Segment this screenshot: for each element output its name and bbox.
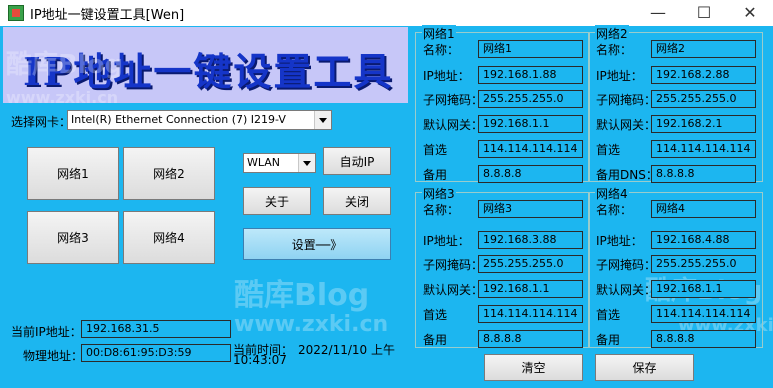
mask-field[interactable]: 255.255.255.0 <box>651 255 756 273</box>
network3-group: 网络3 名称： 网络3 IP地址： 192.168.3.88 子网掩码： 255.255.2… <box>415 185 590 348</box>
gateway-label: 默认网关： <box>596 283 657 297</box>
time-line2: 10:43:07 <box>233 353 287 367</box>
maximize-button[interactable]: ☐ <box>681 0 727 26</box>
nic-select[interactable]: Intel(R) Ethernet Connection (7) I219-V <box>67 110 332 130</box>
app-window: IP地址一键设置工具[Wen] — ☐ ✕ IP地址一键设置工具 酷库Blog … <box>0 0 773 388</box>
group-legend: 网络2 <box>595 25 629 42</box>
banner-title: IP地址一键设置工具 <box>23 49 394 94</box>
name-field[interactable]: 网络2 <box>651 40 756 58</box>
group-legend: 网络4 <box>595 185 629 202</box>
ip-label: IP地址： <box>596 234 643 248</box>
mac-label: 物理地址： <box>23 349 84 363</box>
mask-field[interactable]: 255.255.255.0 <box>651 90 756 108</box>
network2-group: 网络2 名称： 网络2 IP地址： 192.168.2.88 子网掩码： 255.255.2… <box>588 25 763 183</box>
title-bar: IP地址一键设置工具[Wen] — ☐ ✕ <box>0 0 773 26</box>
network1-button[interactable]: 网络1 <box>27 147 119 200</box>
save-button[interactable]: 保存 <box>595 354 694 381</box>
mask-label: 子网掩码： <box>596 93 657 107</box>
gateway-label: 默认网关： <box>423 283 484 297</box>
dns1-field[interactable]: 114.114.114.114 <box>651 305 756 323</box>
dns1-label: 首选 <box>423 143 448 157</box>
dns2-field[interactable]: 8.8.8.8 <box>478 330 583 348</box>
dns2-label: 备用 <box>423 168 448 182</box>
chevron-down-icon[interactable] <box>298 154 315 172</box>
mask-label: 子网掩码： <box>423 258 484 272</box>
gateway-field[interactable]: 192.168.1.1 <box>478 280 583 298</box>
dns2-field[interactable]: 8.8.8.8 <box>651 330 756 348</box>
window-title: IP地址一键设置工具[Wen] <box>30 8 185 23</box>
ip-label: IP地址： <box>423 69 470 83</box>
wlan-select[interactable]: WLAN <box>243 153 316 173</box>
group-legend: 网络3 <box>422 185 456 202</box>
clear-button[interactable]: 清空 <box>484 354 583 381</box>
network1-group: 网络1 名称： 网络1 IP地址： 192.168.1.88 子网掩码： 255.255.2… <box>415 25 590 183</box>
gateway-field[interactable]: 192.168.1.1 <box>651 280 756 298</box>
dns1-field[interactable]: 114.114.114.114 <box>651 140 756 158</box>
dns1-field[interactable]: 114.114.114.114 <box>478 140 583 158</box>
name-label: 名称： <box>423 203 460 217</box>
dns2-label: 备用DNS： <box>596 168 658 182</box>
auto-ip-button[interactable]: 自动IP <box>323 147 391 175</box>
gateway-field[interactable]: 192.168.2.1 <box>651 115 756 133</box>
network4-button[interactable]: 网络4 <box>123 211 215 264</box>
close-window-button[interactable]: ✕ <box>727 0 773 26</box>
ip-field[interactable]: 192.168.1.88 <box>478 66 583 84</box>
mask-field[interactable]: 255.255.255.0 <box>478 90 583 108</box>
ip-label: IP地址： <box>423 234 470 248</box>
dns2-label: 备用 <box>423 333 448 347</box>
network2-button[interactable]: 网络2 <box>123 147 215 200</box>
chevron-down-icon[interactable] <box>314 111 331 129</box>
ip-field[interactable]: 192.168.3.88 <box>478 231 583 249</box>
current-ip-field: 192.168.31.5 <box>81 320 231 338</box>
name-label: 名称： <box>596 203 633 217</box>
wlan-selected-value: WLAN <box>247 156 281 169</box>
close-button[interactable]: 关闭 <box>323 187 391 215</box>
dns1-label: 首选 <box>596 143 621 157</box>
watermark-brand: 酷库Blog <box>234 278 370 313</box>
current-ip-label: 当前IP地址： <box>11 325 82 339</box>
gateway-label: 默认网关： <box>596 118 657 132</box>
nic-selected-value: Intel(R) Ethernet Connection (7) I219-V <box>71 113 286 126</box>
nic-label: 选择网卡： <box>11 115 72 129</box>
dns1-field[interactable]: 114.114.114.114 <box>478 305 583 323</box>
app-icon <box>8 5 24 21</box>
mask-field[interactable]: 255.255.255.0 <box>478 255 583 273</box>
dns2-field[interactable]: 8.8.8.8 <box>651 165 756 183</box>
dns1-label: 首选 <box>596 308 621 322</box>
name-field[interactable]: 网络4 <box>651 200 756 218</box>
mask-label: 子网掩码： <box>423 93 484 107</box>
name-field[interactable]: 网络3 <box>478 200 583 218</box>
ip-field[interactable]: 192.168.2.88 <box>651 66 756 84</box>
banner: IP地址一键设置工具 <box>3 27 408 103</box>
minimize-button[interactable]: — <box>635 0 681 26</box>
network4-group: 网络4 名称： 网络4 IP地址： 192.168.4.88 子网掩码： 255.255.2… <box>588 185 763 348</box>
about-button[interactable]: 关于 <box>243 187 311 215</box>
gateway-label: 默认网关： <box>423 118 484 132</box>
mask-label: 子网掩码： <box>596 258 657 272</box>
watermark-url: www.zxki.cn <box>234 312 389 337</box>
settings-button[interactable]: 设置──》 <box>243 228 391 260</box>
dns2-label: 备用 <box>596 333 621 347</box>
name-label: 名称： <box>423 43 460 57</box>
dns2-field[interactable]: 8.8.8.8 <box>478 165 583 183</box>
name-label: 名称： <box>596 43 633 57</box>
gateway-field[interactable]: 192.168.1.1 <box>478 115 583 133</box>
name-field[interactable]: 网络1 <box>478 40 583 58</box>
ip-field[interactable]: 192.168.4.88 <box>651 231 756 249</box>
time-line1: 2022/11/10 上午 <box>298 343 395 357</box>
group-legend: 网络1 <box>422 25 456 42</box>
mac-field: 00:D8:61:95:D3:59 <box>81 344 231 362</box>
ip-label: IP地址： <box>596 69 643 83</box>
network3-button[interactable]: 网络3 <box>27 211 119 264</box>
dns1-label: 首选 <box>423 308 448 322</box>
